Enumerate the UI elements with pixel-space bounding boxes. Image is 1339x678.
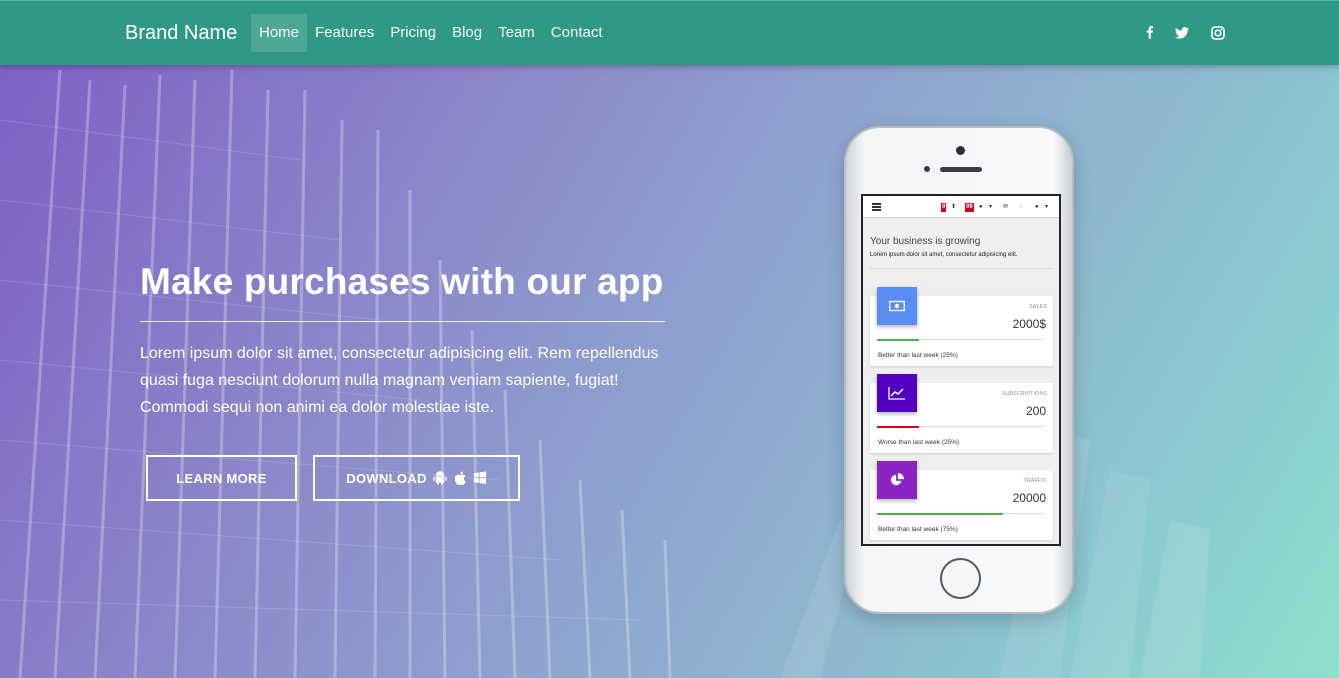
bell-icon: ● (979, 204, 983, 210)
facebook-icon[interactable] (1142, 25, 1158, 41)
nav-features[interactable]: Features (307, 14, 382, 52)
card-label: TRAFFIC (1023, 478, 1047, 484)
nav-blog[interactable]: Blog (444, 14, 490, 52)
card-progress-track (877, 512, 1045, 515)
hamburger-menu-icon (872, 203, 881, 211)
stat-card-traffic: TRAFFIC 20000 Better than last week (75%… (870, 461, 1053, 540)
stat-card-subscriptions: SUBSCRIPTIONS 200 Worse than last week (… (870, 374, 1053, 453)
download-label: DOWNLOAD (346, 470, 427, 486)
app-subtitle: Lorem ipsum dolor sit amet, consectetur … (870, 252, 1018, 258)
architecture-background (0, 69, 1210, 678)
comments-icon: ◌ (1019, 204, 1023, 210)
navbar: Brand Name Home Features Pricing Blog Te… (0, 0, 1339, 65)
nav-links: Home Features Pricing Blog Team Contact (251, 14, 611, 52)
phone-speaker (940, 167, 982, 172)
card-label: SALES (1029, 304, 1047, 310)
envelope-icon: ✉ (1003, 204, 1009, 210)
phone-mockup: 9 ⬆ 99 ● ▾ ✉ ◌ ● ▾ Your business is grow… (844, 126, 1074, 614)
card-progress-fill (877, 425, 919, 428)
user-icon: ● (1035, 204, 1039, 210)
card-footer: Better than last week (75%) (878, 526, 958, 533)
brand-name[interactable]: Brand Name (125, 22, 237, 45)
app-divider (870, 268, 1052, 269)
chart-line-icon (877, 374, 917, 412)
chevron-down-icon: ▾ (989, 204, 993, 210)
app-topbar: 9 ⬆ 99 ● ▾ ✉ ◌ ● ▾ (863, 196, 1059, 218)
hero-headline: Make purchases with our app (140, 261, 664, 302)
windows-icon (473, 471, 486, 485)
nav-team[interactable]: Team (490, 14, 543, 52)
upload-icon: ⬆ (951, 204, 957, 210)
card-progress-fill (877, 338, 919, 341)
card-value: 2000$ (1012, 317, 1046, 331)
learn-more-button[interactable]: LEARN MORE (146, 455, 297, 501)
twitter-icon[interactable] (1174, 25, 1190, 41)
card-footer: Better than last week (25%) (878, 352, 958, 359)
phone-camera (956, 146, 965, 155)
card-progress-track (877, 425, 1045, 428)
stat-card-sales: SALES 2000$ Better than last week (25%) (870, 287, 1053, 366)
nav-contact[interactable]: Contact (543, 14, 611, 52)
instagram-icon[interactable] (1210, 25, 1226, 41)
apple-icon (454, 471, 466, 485)
phone-sensor (924, 166, 930, 172)
message-badge: 99 (965, 203, 974, 212)
pie-chart-icon (877, 461, 917, 499)
notification-badge: 9 (941, 203, 947, 212)
download-button[interactable]: DOWNLOAD (313, 455, 520, 501)
hero-body-text: Lorem ipsum dolor sit amet, consectetur … (140, 345, 659, 416)
hero-section (0, 0, 1339, 678)
card-progress-track (877, 338, 1045, 341)
app-title: Your business is growing (870, 236, 981, 247)
money-icon (877, 287, 917, 325)
card-footer: Worse than last week (25%) (878, 439, 960, 446)
hero-divider (140, 321, 665, 322)
nav-pricing[interactable]: Pricing (382, 14, 444, 52)
nav-home[interactable]: Home (251, 14, 308, 52)
card-progress-fill (877, 512, 1003, 515)
card-value: 200 (1025, 404, 1046, 418)
card-value: 20000 (1012, 491, 1046, 505)
phone-home-button (940, 558, 981, 599)
android-icon (432, 471, 447, 485)
phone-screen: 9 ⬆ 99 ● ▾ ✉ ◌ ● ▾ Your business is grow… (861, 194, 1061, 546)
card-label: SUBSCRIPTIONS (1002, 391, 1047, 397)
user-chevron-icon: ▾ (1045, 204, 1049, 210)
